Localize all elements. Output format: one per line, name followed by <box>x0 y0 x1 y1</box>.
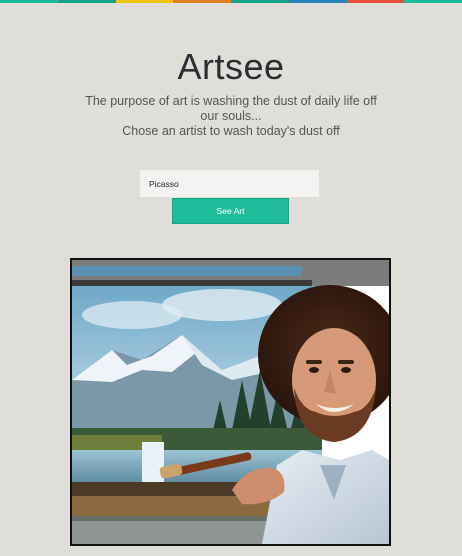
stripe-segment <box>288 0 347 3</box>
subtitle-line: The purpose of art is washing the dust o… <box>85 94 377 123</box>
stripe-segment <box>57 0 116 3</box>
stripe-segment <box>404 0 462 3</box>
subtitle-line: Chose an artist to wash today's dust off <box>122 124 340 138</box>
stripe-segment <box>231 0 289 3</box>
page-subtitle: The purpose of art is washing the dust o… <box>82 94 380 139</box>
stripe-segment <box>173 0 231 3</box>
page-title: Artsee <box>177 46 285 87</box>
artwork-frame <box>70 258 391 546</box>
stripe-segment <box>0 0 58 3</box>
stripe-segment <box>346 0 405 3</box>
see-art-button[interactable]: See Art <box>172 198 289 224</box>
painter-portrait-image <box>72 260 389 544</box>
artist-search-input[interactable] <box>140 170 319 197</box>
color-stripe <box>0 0 462 3</box>
stripe-segment <box>115 0 174 3</box>
